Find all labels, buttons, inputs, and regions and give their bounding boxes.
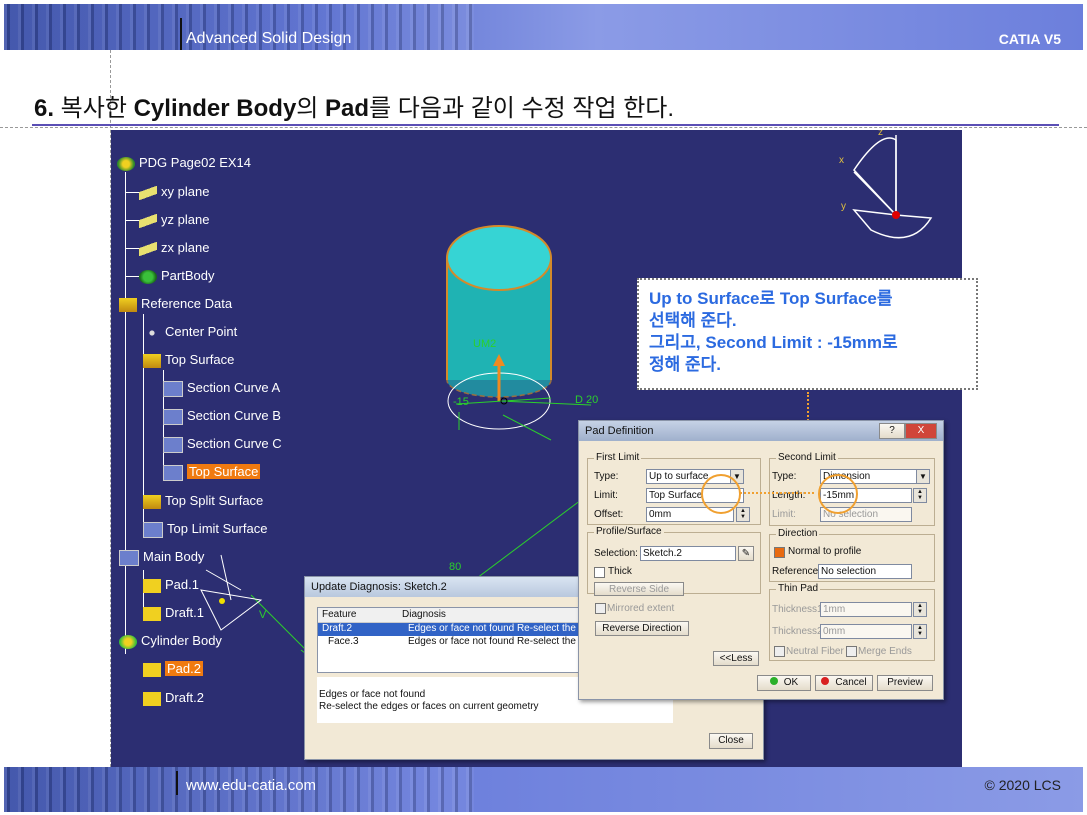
ok-icon	[769, 677, 778, 685]
tree-item-section-curve-c[interactable]: Section Curve C	[163, 435, 282, 453]
tree-item-section-curve-b[interactable]: Section Curve B	[163, 407, 281, 425]
curve-icon	[163, 380, 183, 397]
draft-icon	[143, 691, 161, 706]
normal-to-profile-checkbox[interactable]	[774, 547, 785, 558]
merge-ends-checkbox[interactable]	[846, 646, 857, 657]
header-banner: Advanced Solid Design CATIA V5	[4, 4, 1083, 50]
mirrored-extent-checkbox[interactable]	[595, 603, 606, 614]
footer-separator	[176, 771, 178, 795]
close-icon[interactable]: X	[905, 423, 937, 439]
label-80: 80	[449, 561, 462, 573]
label-v: V	[259, 609, 267, 621]
header-brand: CATIA V5	[998, 31, 1061, 47]
plane-icon	[139, 213, 157, 228]
body-icon	[119, 549, 139, 566]
compass-icon	[852, 135, 933, 239]
tree-item-pad1[interactable]: Pad.1	[143, 576, 199, 594]
close-button[interactable]: Close	[709, 733, 753, 749]
compass-y-label: y	[841, 201, 846, 212]
compass-x-label: x	[839, 155, 844, 166]
neutral-fiber-checkbox[interactable]	[774, 646, 785, 657]
plane-icon	[139, 241, 157, 256]
geometrical-set-icon	[119, 297, 137, 312]
direction-group: Direction Normal to profile Reference: N…	[769, 528, 935, 582]
tree-item-zx-plane[interactable]: zx plane	[139, 239, 209, 257]
sketch-edit-icon[interactable]: ✎	[738, 546, 754, 561]
header-title: Advanced Solid Design	[186, 30, 352, 47]
thickness1-field[interactable]: 1mm	[820, 602, 912, 617]
geometrical-set-icon	[143, 353, 161, 368]
compass-z-label: z	[878, 130, 883, 138]
header-separator	[180, 18, 182, 50]
instruction-callout: Up to Surface로 Top Surface를 선택해 준다. 그리고,…	[637, 278, 978, 390]
title-underline	[32, 124, 1059, 126]
cancel-button[interactable]: Cancel	[815, 675, 873, 691]
length-highlight-circle	[818, 474, 858, 514]
draft-icon	[143, 606, 161, 621]
reverse-side-button[interactable]: Reverse Side	[594, 582, 684, 596]
surface-icon	[163, 464, 183, 481]
thin-pad-group: Thin Pad Thickness1: 1mm ▲ ▼ Thickness2: …	[769, 583, 935, 661]
thickness1-spinner[interactable]: ▲ ▼	[913, 602, 927, 617]
tree-item-center-point[interactable]: Center Point	[143, 323, 237, 341]
pad-definition-dialog: Pad Definition ? X First Limit Type: Up …	[578, 420, 944, 700]
cylinder-top	[446, 225, 552, 291]
tree-trunk	[125, 172, 126, 654]
tree-item-main-body[interactable]: Main Body	[119, 548, 204, 566]
help-button[interactable]: ?	[879, 423, 905, 439]
preview-button[interactable]: Preview	[877, 675, 933, 691]
reference-field[interactable]: No selection	[818, 564, 912, 579]
tree-item-top-split-surface[interactable]: Top Split Surface	[143, 492, 263, 510]
part-icon	[117, 156, 135, 171]
footer-banner: www.edu-catia.com © 2020 LCS	[4, 767, 1083, 812]
tree-item-top-surface[interactable]: Top Surface	[163, 463, 261, 481]
col-feature: Feature	[322, 609, 357, 620]
tree-root[interactable]: PDG Page02 EX14	[117, 154, 251, 172]
limit-highlight-circle	[701, 474, 741, 514]
chevron-down-icon: ▼	[916, 470, 929, 483]
label-um2: UM2	[473, 338, 497, 350]
cancel-icon	[821, 677, 830, 685]
point-icon	[143, 325, 161, 340]
pad-icon	[143, 578, 161, 593]
label-d20: D 20	[575, 394, 599, 406]
guide-line-horizontal	[0, 127, 1087, 128]
tree-item-top-limit-surface[interactable]: Top Limit Surface	[143, 520, 267, 538]
tree-item-yz-plane[interactable]: yz plane	[139, 211, 209, 229]
footer-url[interactable]: www.edu-catia.com	[186, 777, 316, 794]
surface-icon	[143, 521, 163, 538]
thickness2-field[interactable]: 0mm	[820, 624, 912, 639]
ok-button[interactable]: OK	[757, 675, 811, 691]
plane-icon	[139, 185, 157, 200]
curve-icon	[163, 436, 183, 453]
gear-icon	[139, 269, 157, 284]
selection-field[interactable]: Sketch.2	[640, 546, 736, 561]
tree-item-cylinder-body[interactable]: Cylinder Body	[119, 632, 222, 650]
tree-item-section-curve-a[interactable]: Section Curve A	[163, 379, 280, 397]
split-icon	[143, 494, 161, 509]
tree-item-top-surface-set[interactable]: Top Surface	[143, 351, 234, 369]
curve-icon	[163, 408, 183, 425]
step-title: 6. 복사한 Cylinder Body의 Pad를 다음과 같이 수정 작업 …	[34, 95, 675, 122]
highlight-connector	[740, 492, 814, 494]
offset-spinner[interactable]: ▲ ▼	[736, 507, 750, 522]
tree-item-draft2[interactable]: Draft.2	[143, 689, 204, 707]
reverse-direction-button[interactable]: Reverse Direction	[595, 621, 689, 636]
less-button[interactable]: <<Less	[713, 651, 759, 666]
col-diagnosis: Diagnosis	[402, 609, 446, 620]
footer-copyright: © 2020 LCS	[984, 777, 1061, 793]
pad-icon	[143, 662, 161, 677]
tree-item-draft1[interactable]: Draft.1	[143, 604, 204, 622]
length-spinner[interactable]: ▲ ▼	[913, 488, 927, 503]
tree-item-reference-data[interactable]: Reference Data	[119, 295, 232, 313]
tree-item-pad2[interactable]: Pad.2	[143, 660, 203, 678]
tree-item-partbody[interactable]: PartBody	[139, 267, 214, 285]
thick-checkbox[interactable]	[594, 567, 605, 578]
profile-surface-group: Profile/Surface Selection: Sketch.2 ✎ Th…	[587, 526, 761, 596]
body-icon	[119, 634, 137, 649]
tree-item-xy-plane[interactable]: xy plane	[139, 183, 209, 201]
label-minus15: -15	[453, 396, 469, 408]
thickness2-spinner[interactable]: ▲ ▼	[913, 624, 927, 639]
